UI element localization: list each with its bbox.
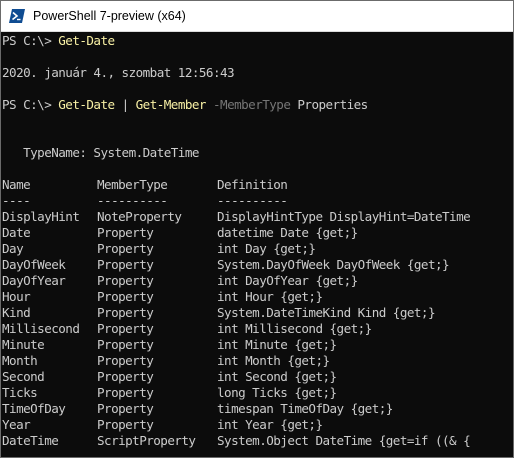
table-row: Day Property int Day {get;}: [2, 241, 512, 257]
command-text: Get-Date: [58, 97, 115, 112]
terminal-window: PowerShell 7-preview (x64) PS C:\> Get-D…: [0, 0, 514, 458]
typename-line: TypeName: System.DateTime: [2, 145, 199, 160]
console-output[interactable]: PS C:\> Get-Date 2020. január 4., szomba…: [2, 32, 512, 457]
table-row: Date Property datetime Date {get;}: [2, 225, 512, 241]
header-name: Name: [2, 177, 31, 192]
header-membertype: MemberType: [97, 177, 168, 192]
table-row: DayOfYear Property int DayOfYear {get;}: [2, 273, 512, 289]
member-definition: int Second {get;}: [217, 369, 337, 384]
member-type: Property: [97, 353, 154, 368]
member-type: Property: [97, 305, 154, 320]
separator-membertype: ----------: [97, 193, 168, 208]
member-definition: System.DayOfWeek DayOfWeek {get;}: [217, 257, 450, 272]
member-type: Property: [97, 257, 154, 272]
member-name: Second: [2, 369, 45, 384]
member-definition: int Minute {get;}: [217, 337, 337, 352]
member-type: Property: [97, 273, 154, 288]
powershell-icon: [9, 8, 25, 24]
separator-name: ----: [2, 193, 31, 208]
command-text: Get-Member: [135, 97, 207, 112]
command-line-get-date: PS C:\> Get-Date: [2, 33, 512, 49]
member-type: Property: [97, 225, 154, 240]
member-name: Kind: [2, 305, 31, 320]
member-type: Property: [97, 289, 154, 304]
separator-definition: ----------: [217, 193, 288, 208]
member-type: Property: [97, 401, 154, 416]
member-name: Date: [2, 225, 31, 240]
member-definition: int Year {get;}: [217, 417, 323, 432]
member-name: Ticks: [2, 385, 38, 400]
table-row: DayOfWeek Property System.DayOfWeek DayOfW…: [2, 257, 512, 273]
member-name: Year: [2, 417, 31, 432]
member-definition: int DayOfYear {get;}: [217, 273, 358, 288]
prompt: PS C:\>: [2, 33, 59, 48]
member-definition: timespan TimeOfDay {get;}: [217, 401, 393, 416]
member-definition: int Millisecond {get;}: [217, 321, 372, 336]
member-type: Property: [97, 241, 154, 256]
table-separator: ---- ---------- ----------: [2, 193, 512, 209]
command-text: Get-Date: [58, 33, 115, 48]
member-definition: int Month {get;}: [217, 353, 330, 368]
member-type: Property: [97, 369, 154, 384]
argument-text: Properties: [290, 97, 368, 112]
prompt: PS C:\>: [2, 97, 59, 112]
member-type: Property: [97, 385, 154, 400]
member-definition: int Day {get;}: [217, 241, 316, 256]
title-bar[interactable]: PowerShell 7-preview (x64): [1, 1, 513, 32]
header-definition: Definition: [217, 177, 288, 192]
member-name: TimeOfDay: [2, 401, 66, 416]
member-definition: System.Object DateTime {get=if ((& {: [217, 433, 471, 448]
parameter-text: -MemberType: [205, 97, 291, 112]
table-row: Ticks Property long Ticks {get;}: [2, 385, 512, 401]
member-type: NoteProperty: [97, 209, 182, 224]
member-definition: System.DateTimeKind Kind {get;}: [217, 305, 436, 320]
member-name: DayOfYear: [2, 273, 66, 288]
member-type: Property: [97, 337, 154, 352]
member-name: DayOfWeek: [2, 257, 66, 272]
member-name: Day: [2, 241, 24, 256]
table-row: TimeOfDay Property timespan TimeOfDay {get…: [2, 401, 512, 417]
table-row: Kind Property System.DateTimeKind Kind {ge…: [2, 305, 512, 321]
table-row: Minute Property int Minute {get;}: [2, 337, 512, 353]
member-name: Hour: [2, 289, 31, 304]
window-title: PowerShell 7-preview (x64): [33, 9, 186, 23]
table-row: Millisecond Property int Millisecond {get;…: [2, 321, 512, 337]
member-table: DisplayHint NoteProperty DisplayHintType D…: [2, 209, 512, 449]
table-row: Second Property int Second {get;}: [2, 369, 512, 385]
pipe-operator: |: [114, 97, 136, 112]
member-type: ScriptProperty: [97, 433, 196, 448]
member-definition: long Ticks {get;}: [217, 385, 337, 400]
date-output: 2020. január 4., szombat 12:56:43: [2, 65, 235, 80]
member-name: Month: [2, 353, 38, 368]
member-name: Millisecond: [2, 321, 80, 336]
table-row: DateTime ScriptProperty System.Object Date…: [2, 433, 512, 449]
member-type: Property: [97, 321, 154, 336]
table-header: Name MemberType Definition: [2, 177, 512, 193]
table-row: Hour Property int Hour {get;}: [2, 289, 512, 305]
table-row: Month Property int Month {get;}: [2, 353, 512, 369]
member-name: Minute: [2, 337, 45, 352]
member-definition: DisplayHintType DisplayHint=DateTime: [217, 209, 471, 224]
member-type: Property: [97, 417, 154, 432]
member-definition: datetime Date {get;}: [217, 225, 358, 240]
command-line-get-member: PS C:\> Get-Date | Get-Member -MemberTyp…: [2, 97, 512, 113]
member-name: DisplayHint: [2, 209, 80, 224]
member-definition: int Hour {get;}: [217, 289, 323, 304]
table-row: Year Property int Year {get;}: [2, 417, 512, 433]
member-name: DateTime: [2, 433, 59, 448]
table-row: DisplayHint NoteProperty DisplayHintType D…: [2, 209, 512, 225]
